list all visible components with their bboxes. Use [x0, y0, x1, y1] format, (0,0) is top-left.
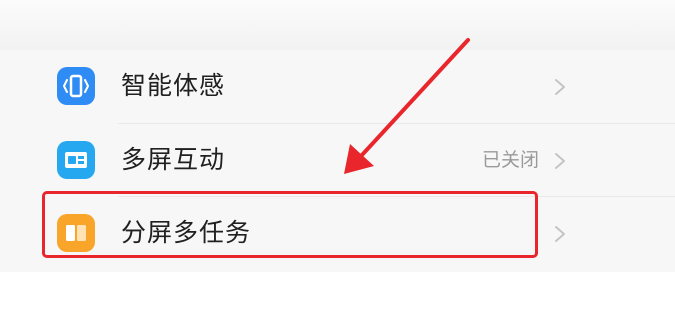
- annotation-arrow: [344, 38, 470, 174]
